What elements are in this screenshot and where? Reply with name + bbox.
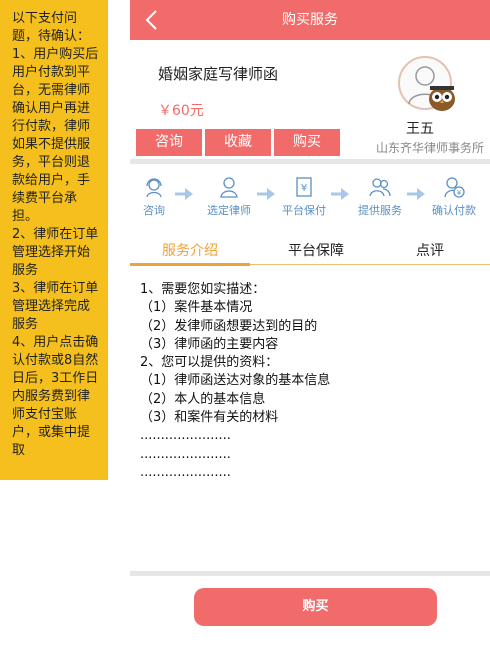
- active-tab-indicator: [130, 263, 250, 266]
- note-line: 3、律师在订单管理选择完成服务: [12, 281, 99, 332]
- step-confirm-payment: ¥ 确认付款: [424, 172, 484, 218]
- tab-platform-guarantee[interactable]: 平台保障: [288, 240, 344, 260]
- svg-text:¥: ¥: [301, 183, 307, 194]
- buy-button-small[interactable]: 购买: [274, 129, 340, 156]
- note-line: 1、用户购买后用户付款到平台，无需律师确认用户再进行付款，律师如果不提供服务，平…: [12, 47, 99, 224]
- content-line: ......................: [140, 464, 231, 480]
- content-line: （2）发律师函想要达到的目的: [140, 318, 318, 334]
- arrow-right-icon: [257, 185, 275, 200]
- annotation-note: 以下支付问题，待确认： 1、用户购买后用户付款到平台，无需律师确认用户再进行付款…: [0, 0, 108, 480]
- step-label: 提供服务: [358, 204, 402, 217]
- step-platform-guarantee: ¥ 平台保付: [274, 172, 334, 218]
- favorite-button[interactable]: 收藏: [205, 129, 271, 156]
- step-label: 选定律师: [207, 204, 251, 217]
- service-description: 1、需要您如实描述： （1）案件基本情况 （2）发律师函想要达到的目的 （3）律…: [140, 281, 480, 482]
- top-bar: 购买服务: [130, 0, 490, 40]
- people-icon: [369, 176, 391, 198]
- step-select-lawyer: 选定律师: [199, 172, 259, 218]
- content-line: ......................: [140, 428, 231, 444]
- divider: [130, 571, 490, 576]
- tab-reviews[interactable]: 点评: [416, 240, 444, 260]
- tab-bar: 服务介绍 平台保障 点评: [130, 232, 490, 264]
- content-line: 2、您可以提供的资料：: [140, 355, 279, 371]
- consult-button[interactable]: 咨询: [136, 129, 202, 156]
- lawyer-name: 王五: [406, 121, 434, 137]
- headset-icon: [143, 176, 165, 198]
- product-title: 婚姻家庭写律师函: [158, 65, 279, 83]
- person-yuan-icon: ¥: [443, 176, 465, 198]
- step-label: 咨询: [143, 204, 165, 217]
- phone-screen: 购买服务 婚姻家庭写律师函 ￥60元 咨询 收藏 购买 王五 山东齐华律师事务所…: [130, 0, 490, 660]
- svg-text:¥: ¥: [457, 189, 462, 197]
- content-line: 1、需要您如实描述：: [140, 282, 266, 297]
- buy-button[interactable]: 购买: [194, 588, 437, 626]
- step-label: 确认付款: [432, 204, 476, 217]
- step-provide-service: 提供服务: [350, 172, 410, 218]
- content-line: （1）案件基本情况: [140, 300, 253, 316]
- content-line: （1）律师函送达对象的基本信息: [140, 373, 331, 389]
- divider: [130, 159, 490, 164]
- lawyer-firm: 山东齐华律师事务所: [376, 141, 485, 155]
- person-icon: [218, 176, 240, 198]
- note-line: 4、用户点击确认付款或8自然日后，3工作日内服务费到律师支付宝账户，或集中提取: [12, 335, 99, 458]
- process-steps: 咨询 选定律师 ¥ 平台保付 提供服务 ¥ 确认付款: [130, 172, 490, 224]
- yuan-document-icon: ¥: [293, 176, 315, 198]
- content-line: （3）和案件有关的材料: [140, 410, 279, 426]
- content-line: （3）律师函的主要内容: [140, 336, 279, 352]
- arrow-right-icon: [331, 185, 349, 200]
- content-line: （2）本人的基本信息: [140, 391, 266, 407]
- product-price: ￥60元: [158, 103, 204, 119]
- chevron-left-icon[interactable]: [142, 8, 162, 32]
- note-line: 2、律师在订单管理选择开始服务: [12, 227, 99, 278]
- note-line: 以下支付问题，待确认：: [12, 11, 91, 44]
- page-title: 购买服务: [282, 12, 338, 28]
- tab-service-intro[interactable]: 服务介绍: [162, 240, 218, 260]
- content-line: ......................: [140, 446, 231, 462]
- arrow-right-icon: [407, 185, 425, 200]
- step-label: 平台保付: [282, 204, 326, 217]
- arrow-right-icon: [175, 185, 193, 200]
- owl-badge-icon: [427, 84, 457, 112]
